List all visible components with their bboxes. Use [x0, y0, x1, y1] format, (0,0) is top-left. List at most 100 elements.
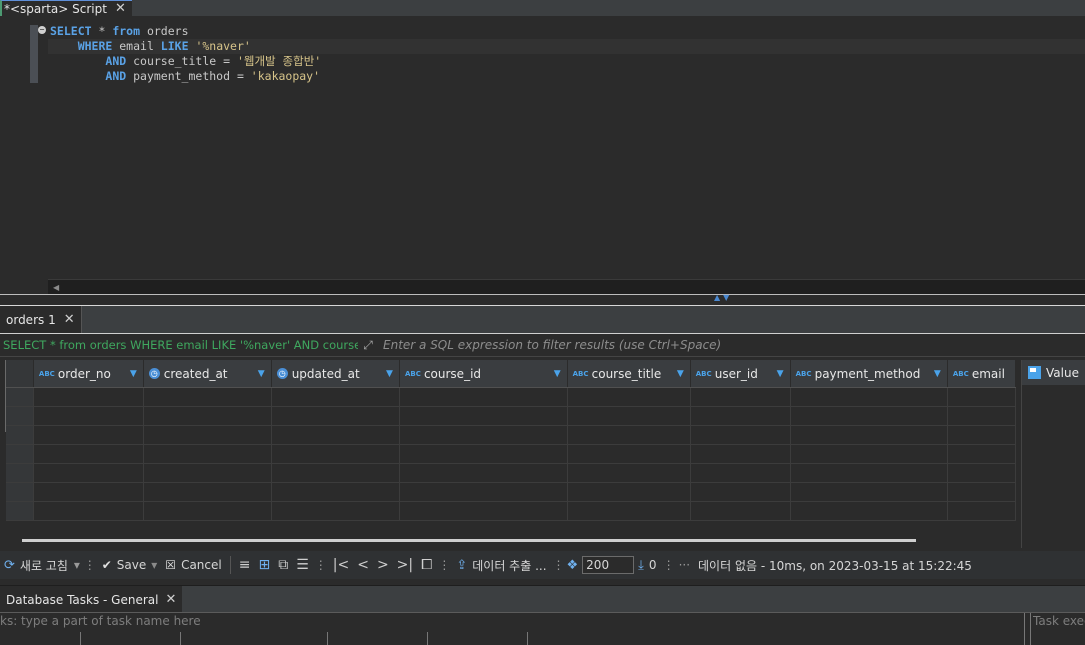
grid-horizontal-scrollbar[interactable] — [22, 539, 916, 542]
add-row-icon[interactable]: ⊞ — [254, 557, 274, 573]
table-row[interactable] — [6, 463, 1016, 483]
table-cell[interactable] — [399, 501, 568, 521]
filter-input[interactable]: Enter a SQL expression to filter results… — [378, 338, 1085, 352]
table-cell[interactable] — [790, 501, 948, 521]
table-cell[interactable] — [947, 463, 1016, 483]
table-cell[interactable] — [690, 444, 791, 464]
table-cell[interactable] — [33, 482, 144, 502]
column-header-order-no[interactable]: ABC order_no ▼ — [33, 360, 144, 388]
tab-orders-1[interactable]: orders 1 ✕ — [0, 306, 82, 333]
table-cell[interactable] — [33, 444, 144, 464]
table-cell[interactable] — [947, 482, 1016, 502]
sort-icon[interactable]: ▼ — [677, 369, 689, 379]
row-number-cell[interactable] — [6, 406, 34, 426]
cancel-button[interactable]: ☒ Cancel — [161, 558, 225, 572]
column-header-user-id[interactable]: ABC user_id ▼ — [690, 360, 791, 388]
table-cell[interactable] — [399, 482, 568, 502]
editor-horizontal-scrollbar[interactable]: ◀ — [48, 279, 1085, 294]
table-cell[interactable] — [399, 387, 568, 407]
more-icon[interactable]: ⋮ — [436, 558, 452, 572]
column-header-payment-method[interactable]: ABC payment_method ▼ — [790, 360, 948, 388]
panel-splitter[interactable]: ▲▼ — [0, 294, 1085, 305]
table-cell[interactable] — [143, 444, 272, 464]
row-number-cell[interactable] — [6, 425, 34, 445]
edit-row-icon[interactable]: ≡ — [235, 557, 255, 573]
sql-editor[interactable]: − SELECT * from orders WHERE email LIKE … — [0, 17, 1085, 280]
task-search-input[interactable]: ks: type a part of task name here — [0, 614, 1022, 628]
table-cell[interactable] — [143, 387, 272, 407]
table-cell[interactable] — [33, 425, 144, 445]
first-page-icon[interactable]: |< — [329, 557, 353, 573]
row-number-cell[interactable] — [6, 463, 34, 483]
table-cell[interactable] — [271, 501, 400, 521]
table-row[interactable] — [6, 444, 1016, 464]
table-cell[interactable] — [947, 501, 1016, 521]
table-cell[interactable] — [790, 482, 948, 502]
table-row[interactable] — [6, 387, 1016, 407]
table-cell[interactable] — [33, 501, 144, 521]
table-cell[interactable] — [947, 444, 1016, 464]
row-number-cell[interactable] — [6, 387, 34, 407]
settings-icon[interactable]: ❖ — [567, 558, 579, 573]
refresh-button[interactable]: ⟳ 새로 고침 — [0, 557, 72, 574]
table-cell[interactable] — [399, 463, 568, 483]
fetch-all-button[interactable]: ⤓ 0 — [634, 558, 660, 573]
table-cell[interactable] — [690, 482, 791, 502]
table-cell[interactable] — [690, 501, 791, 521]
table-cell[interactable] — [143, 406, 272, 426]
expand-icon[interactable]: ⤢ — [358, 338, 378, 353]
fit-icon[interactable]: ⧠ — [417, 557, 436, 573]
table-cell[interactable] — [947, 406, 1016, 426]
row-number-cell[interactable] — [6, 482, 34, 502]
column-header-updated-at[interactable]: ◷ updated_at ▼ — [271, 360, 400, 388]
close-icon[interactable]: ✕ — [165, 593, 176, 606]
table-cell[interactable] — [567, 425, 691, 445]
tab-database-tasks[interactable]: Database Tasks - General ✕ — [0, 586, 183, 613]
close-icon[interactable]: ✕ — [115, 2, 126, 15]
row-number-cell[interactable] — [6, 444, 34, 464]
row-number-header[interactable] — [6, 360, 34, 388]
table-cell[interactable] — [690, 463, 791, 483]
table-row[interactable] — [6, 425, 1016, 445]
last-page-icon[interactable]: >| — [393, 557, 417, 573]
table-cell[interactable] — [399, 425, 568, 445]
table-cell[interactable] — [790, 444, 948, 464]
column-header-course-title[interactable]: ABC course_title ▼ — [567, 360, 691, 388]
table-row[interactable] — [6, 501, 1016, 521]
table-row[interactable] — [6, 406, 1016, 426]
table-cell[interactable] — [33, 463, 144, 483]
copy-row-icon[interactable]: ⧉ — [274, 557, 292, 573]
table-cell[interactable] — [33, 406, 144, 426]
table-cell[interactable] — [690, 406, 791, 426]
more-icon[interactable]: ⋮ — [313, 558, 329, 572]
table-cell[interactable] — [399, 406, 568, 426]
sort-icon[interactable]: ▼ — [934, 369, 946, 379]
table-cell[interactable] — [790, 406, 948, 426]
sort-icon[interactable]: ▼ — [130, 369, 142, 379]
table-cell[interactable] — [947, 425, 1016, 445]
filter-query-text[interactable]: SELECT * from orders WHERE email LIKE '%… — [0, 338, 358, 352]
table-cell[interactable] — [271, 463, 400, 483]
table-cell[interactable] — [567, 406, 691, 426]
table-cell[interactable] — [271, 425, 400, 445]
save-button[interactable]: ✔ Save ▾ — [98, 558, 162, 572]
more-icon[interactable]: ⋮ — [661, 558, 677, 572]
table-cell[interactable] — [790, 463, 948, 483]
tab-script[interactable]: *<sparta> Script ✕ — [0, 0, 132, 16]
sort-icon[interactable]: ▼ — [386, 369, 398, 379]
table-cell[interactable] — [271, 406, 400, 426]
column-header-created-at[interactable]: ◷ created_at ▼ — [143, 360, 272, 388]
sort-icon[interactable]: ▼ — [777, 369, 789, 379]
fold-icon[interactable]: − — [38, 26, 46, 34]
table-cell[interactable] — [567, 387, 691, 407]
table-row[interactable] — [6, 482, 1016, 502]
column-header-course-id[interactable]: ABC course_id ▼ — [399, 360, 568, 388]
scroll-left-icon[interactable]: ◀ — [53, 283, 59, 292]
export-button[interactable]: ⇪ 데이터 추출 ... — [452, 557, 550, 574]
table-cell[interactable] — [790, 387, 948, 407]
table-cell[interactable] — [271, 387, 400, 407]
table-cell[interactable] — [790, 425, 948, 445]
table-cell[interactable] — [690, 425, 791, 445]
next-icon[interactable]: > — [373, 557, 393, 573]
table-cell[interactable] — [567, 501, 691, 521]
